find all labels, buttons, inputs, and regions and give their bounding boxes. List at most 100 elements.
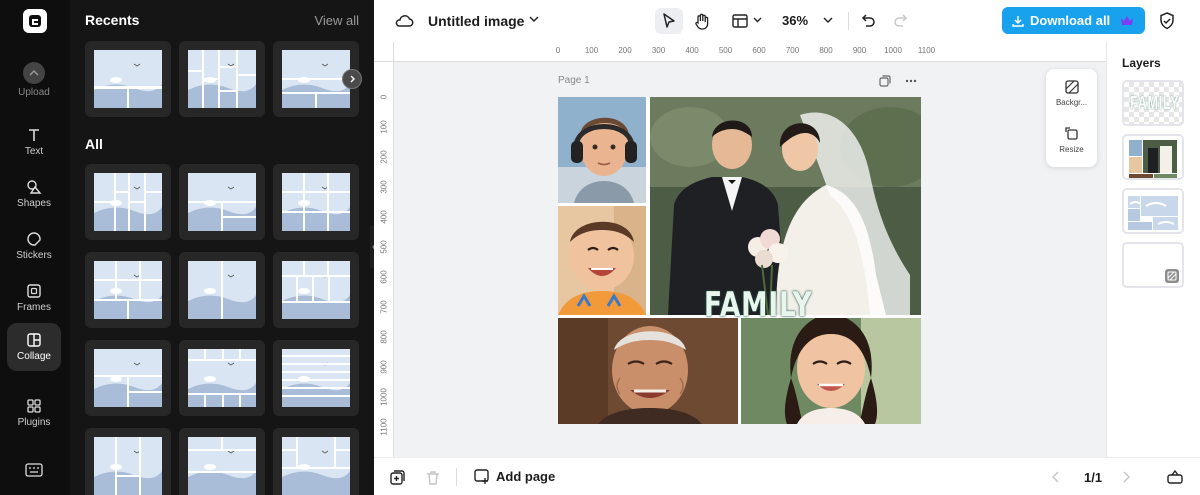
divider bbox=[848, 12, 849, 30]
rail-plugins-label: Plugins bbox=[17, 417, 51, 428]
ruler-tick-label: 0 bbox=[555, 46, 561, 55]
template-card[interactable] bbox=[273, 340, 359, 416]
shield-icon[interactable] bbox=[1159, 12, 1175, 30]
template-preview bbox=[94, 50, 162, 108]
collage-icon bbox=[27, 333, 41, 347]
download-all-button[interactable]: Download all bbox=[1002, 7, 1145, 34]
recent-template-1[interactable] bbox=[85, 41, 171, 117]
photo-toddler[interactable] bbox=[558, 206, 646, 315]
template-card[interactable] bbox=[273, 252, 359, 328]
layer-background[interactable] bbox=[1122, 242, 1184, 288]
crown-icon bbox=[1121, 16, 1134, 25]
cloud-icon[interactable] bbox=[394, 12, 414, 30]
photo-elderly-man[interactable] bbox=[558, 318, 738, 424]
download-all-label: Download all bbox=[1030, 13, 1111, 28]
recents-heading: Recents bbox=[85, 12, 140, 28]
stickers-icon bbox=[27, 232, 41, 246]
view-all-link[interactable]: View all bbox=[314, 13, 359, 28]
rail-text-label: Text bbox=[24, 146, 44, 157]
background-icon bbox=[1064, 80, 1079, 94]
template-preview bbox=[94, 173, 162, 231]
rail-stickers-label: Stickers bbox=[16, 250, 52, 261]
ruler-tick-label: 1000 bbox=[379, 388, 389, 406]
resize-button[interactable]: Resize bbox=[1046, 127, 1097, 154]
family-title-text[interactable]: FAMILY bbox=[704, 285, 813, 325]
template-card[interactable] bbox=[179, 164, 265, 240]
chevron-right-icon bbox=[350, 75, 355, 83]
photo-girl[interactable] bbox=[741, 318, 921, 424]
layer-text-family[interactable]: FAMILY bbox=[1122, 80, 1184, 126]
template-card[interactable] bbox=[273, 428, 359, 495]
ruler-tick-label: 100 bbox=[584, 46, 599, 55]
trash-icon[interactable] bbox=[426, 470, 440, 485]
page-actions bbox=[879, 75, 917, 87]
template-card[interactable] bbox=[179, 252, 265, 328]
chevron-down-icon[interactable] bbox=[823, 17, 833, 23]
portrait-image bbox=[558, 97, 646, 203]
redo-icon[interactable] bbox=[894, 13, 909, 27]
more-options-icon[interactable] bbox=[905, 79, 917, 83]
template-preview bbox=[94, 261, 162, 319]
template-card[interactable] bbox=[85, 164, 171, 240]
template-card[interactable] bbox=[85, 252, 171, 328]
frames-icon bbox=[27, 284, 41, 298]
background-layer-icon bbox=[1165, 269, 1179, 283]
template-card[interactable] bbox=[273, 164, 359, 240]
layer-photos[interactable] bbox=[1122, 134, 1184, 180]
ruler-tick-label: 1100 bbox=[917, 46, 936, 55]
template-card[interactable] bbox=[85, 428, 171, 495]
layers-title: Layers bbox=[1122, 56, 1161, 70]
recents-next-button[interactable] bbox=[342, 69, 362, 89]
canvas-area[interactable]: 0 100 200 300 400 500 600 700 800 900 1000 1100 0 10… bbox=[374, 42, 1106, 457]
duplicate-page-icon[interactable] bbox=[879, 75, 891, 87]
ruler-tick-label: 700 bbox=[785, 46, 800, 55]
app-logo-icon[interactable] bbox=[23, 9, 47, 33]
photo-boy-headphones[interactable] bbox=[558, 97, 646, 203]
template-preview bbox=[188, 437, 256, 495]
add-page-button[interactable]: Add page bbox=[474, 469, 555, 484]
background-button[interactable]: Backgr... bbox=[1046, 80, 1097, 107]
rail-keyboard[interactable] bbox=[7, 446, 61, 494]
download-icon bbox=[1012, 15, 1024, 27]
rail-frames[interactable]: Frames bbox=[7, 274, 61, 322]
portrait-image bbox=[558, 318, 738, 424]
add-layer-icon[interactable] bbox=[390, 470, 405, 485]
layout-button[interactable] bbox=[726, 8, 754, 34]
rail-text[interactable]: Text bbox=[7, 118, 61, 166]
rail-frames-label: Frames bbox=[17, 302, 51, 313]
zoom-level[interactable]: 36% bbox=[782, 13, 808, 28]
rail-upload-label: Upload bbox=[18, 87, 50, 98]
template-card[interactable] bbox=[179, 428, 265, 495]
rail-shapes-label: Shapes bbox=[17, 198, 51, 209]
ruler-tick-label: 400 bbox=[379, 210, 389, 224]
ruler-tick-label: 100 bbox=[379, 120, 389, 134]
select-tool-button[interactable] bbox=[655, 8, 683, 34]
chevron-down-icon[interactable] bbox=[529, 16, 539, 23]
divider bbox=[456, 468, 457, 486]
document-title[interactable]: Untitled image bbox=[428, 13, 524, 29]
next-page-icon[interactable] bbox=[1122, 471, 1130, 483]
ruler-tick-label: 0 bbox=[379, 94, 389, 100]
rail-plugins[interactable]: Plugins bbox=[7, 389, 61, 437]
rail-shapes[interactable]: Shapes bbox=[7, 170, 61, 218]
template-preview bbox=[188, 261, 256, 319]
template-card[interactable] bbox=[179, 340, 265, 416]
rail-collage[interactable]: Collage bbox=[7, 323, 61, 371]
photo-wedding-couple[interactable] bbox=[650, 97, 921, 315]
chevron-down-icon[interactable] bbox=[753, 17, 762, 23]
template-card[interactable] bbox=[85, 340, 171, 416]
rail-stickers[interactable]: Stickers bbox=[7, 222, 61, 270]
layout-icon bbox=[732, 14, 748, 28]
layer-collage-grid[interactable] bbox=[1122, 188, 1184, 234]
bottom-toolbar: Add page 1/1 bbox=[374, 457, 1200, 495]
page-label: Page 1 bbox=[558, 75, 590, 86]
collage-page[interactable]: FAMILY bbox=[558, 97, 921, 424]
undo-icon[interactable] bbox=[860, 13, 875, 27]
prev-page-icon[interactable] bbox=[1052, 471, 1060, 483]
rail-upload[interactable]: Upload bbox=[7, 56, 61, 104]
pages-overview-icon[interactable] bbox=[1167, 469, 1183, 484]
hand-tool-button[interactable] bbox=[688, 8, 716, 34]
recent-template-2[interactable] bbox=[179, 41, 265, 117]
upload-icon bbox=[23, 62, 45, 84]
resize-icon bbox=[1064, 127, 1078, 140]
